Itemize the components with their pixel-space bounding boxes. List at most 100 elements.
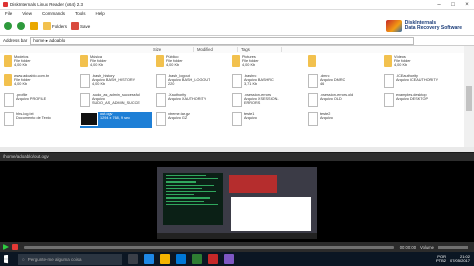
app-icon-7[interactable] [224,254,234,264]
file-item[interactable]: teste1 Arquivo [232,112,292,128]
menu-bar: File View Commands Tools Help [0,10,474,17]
sort-size[interactable]: Size [150,47,194,52]
close-button[interactable]: × [460,0,474,9]
file-item[interactable]: teste2 Arquivo [308,112,368,128]
windows-taskbar: ○ Pergunte-me alguma coisa POR PTB2 21:02… [0,252,474,266]
file-item[interactable]: .ICEauthority Arquivo ICEAUTHORITY [384,74,444,90]
edge-icon[interactable] [144,254,154,264]
sort-modified[interactable]: Modified [194,47,238,52]
folder-icon [384,55,392,67]
address-bar: Address bar home ▸ adoablo [0,36,474,46]
save-button[interactable]: Save [71,22,90,30]
file-item[interactable]: examples.desktop Arquivo DESKTOP [384,93,444,109]
file-info: File folder 4,00 Kb [14,59,31,68]
up-folder-icon [30,22,38,30]
preview-path: /home/adoablo/out.ogv [0,153,474,161]
file-item[interactable]: Vídeos File folder 4,00 Kb [384,55,444,71]
file-icon [80,93,90,107]
folder-icon [232,55,240,67]
menu-file[interactable]: File [0,11,17,16]
volume-slider[interactable] [438,245,468,249]
menu-view[interactable]: View [17,11,37,16]
file-info: Arquivo OLD [320,97,342,102]
file-info: Arquivo GZ [168,116,188,121]
file-item[interactable]: .profile Arquivo PROFILE [4,93,64,109]
search-placeholder: Pergunte-me alguma coisa [27,256,82,262]
store-icon[interactable] [176,254,186,264]
file-item[interactable]: .xsession-errors Arquivo XSESSION-ERRORS [232,93,292,109]
search-icon: ○ [22,256,25,262]
folders-button[interactable]: Folders [43,22,67,30]
menu-commands[interactable]: Commands [37,11,70,16]
file-item[interactable] [308,55,368,71]
sort-tags[interactable]: Tags [238,47,282,52]
diskinternals-logo: DiskInternals Data Recovery Software [385,20,462,32]
file-explorer-icon[interactable] [160,254,170,264]
file-icon [232,112,242,126]
file-info: File folder 4,00 Kb [14,78,31,87]
file-item[interactable]: Público File folder 4,00 Kb [156,55,216,71]
folder-icon [4,74,12,86]
scroll-thumb[interactable] [466,86,472,111]
menu-help[interactable]: Help [90,11,109,16]
file-item[interactable]: Modelos File folder 4,00 Kb [4,55,64,71]
file-icon [308,74,318,88]
title-bar: DiskInternals Linux Reader (x64) 2.3 – □… [0,0,474,10]
file-item[interactable]: Pictures File folder 4,00 Kb [232,55,292,71]
volume-label: Volume [420,244,434,250]
maximize-button[interactable]: □ [446,0,460,9]
stop-icon[interactable] [12,244,18,250]
forward-button[interactable] [17,22,26,30]
clock-date: 07/05/2017 [449,258,470,263]
app-icon [3,2,8,7]
file-icon [80,74,90,88]
menu-tools[interactable]: Tools [70,11,91,16]
file-icon [156,74,166,88]
spreadsheet-icon[interactable] [192,254,202,264]
file-info: Arquivo PROFILE [16,97,47,102]
task-view-icon[interactable] [128,254,138,264]
logo-mark [385,20,402,32]
horizontal-scrollbar[interactable] [0,147,474,152]
file-icon [232,93,242,107]
linux-reader-icon[interactable] [208,254,218,264]
file-item[interactable]: .bash_history Arquivo BASH_HISTORY 4,00 K… [80,74,140,90]
file-item[interactable]: .xsession-errors.old Arquivo OLD [308,93,368,109]
cortana-search[interactable]: ○ Pergunte-me alguma coisa [18,253,122,265]
file-item[interactable]: Música File folder 4,00 Kb [80,55,140,71]
file-icon [156,93,166,107]
address-path[interactable]: home ▸ adoablo [30,36,414,45]
file-info: Arquivo BASH_LOGOUT 220 [168,78,211,87]
file-item[interactable]: .Xauthority Arquivo XAUTHORITY [156,93,216,109]
playback-time: 00:00:00 [399,244,417,250]
file-item[interactable]: .dmrc Arquivo DMRC 46 [308,74,368,90]
file-info: Arquivo ICEAUTHORITY [396,78,439,83]
file-info: File folder 4,00 Kb [394,59,411,68]
file-info: Arquivo XSESSION-ERRORS [244,97,279,106]
file-item[interactable]: .sudo_as_admin_successful Arquivo SUDO_AS… [80,93,140,109]
window-title: DiskInternals Linux Reader (x64) 2.3 [10,2,84,7]
seek-bar[interactable] [24,245,394,249]
file-item[interactable]: www.adoablo.com.br File folder 4,00 Kb [4,74,64,90]
file-info: Arquivo XAUTHORITY [168,97,207,102]
up-button[interactable] [30,22,39,30]
vertical-scrollbar[interactable] [464,46,474,147]
video-thumbnail [80,112,98,126]
file-item[interactable]: .bashrc Arquivo BASHRC 3,71 Kb [232,74,292,90]
file-item[interactable]: xtreme.tar.gz Arquivo GZ [156,112,216,128]
file-item[interactable]: hhs-log.txt Documento de Texto [4,112,64,128]
system-tray: POR PTB2 21:02 07/05/2017 [432,254,470,264]
file-item[interactable]: .bash_logout Arquivo BASH_LOGOUT 220 [156,74,216,90]
video-frame [157,167,317,239]
video-document [231,197,311,231]
play-icon[interactable] [3,244,9,250]
video-terminal [163,173,223,225]
minimize-button[interactable]: – [432,0,446,9]
media-player: 00:00:00 Volume [0,242,474,252]
file-item[interactable]: out.ogv 1294 x 768, 9 sec [80,112,152,128]
toolbar: Folders Save DiskInternals Data Recovery … [0,17,474,36]
file-icon [232,74,242,88]
back-button[interactable] [4,22,13,30]
file-info: File folder 4,00 Kb [242,59,259,68]
windows-start-icon[interactable] [4,254,9,264]
